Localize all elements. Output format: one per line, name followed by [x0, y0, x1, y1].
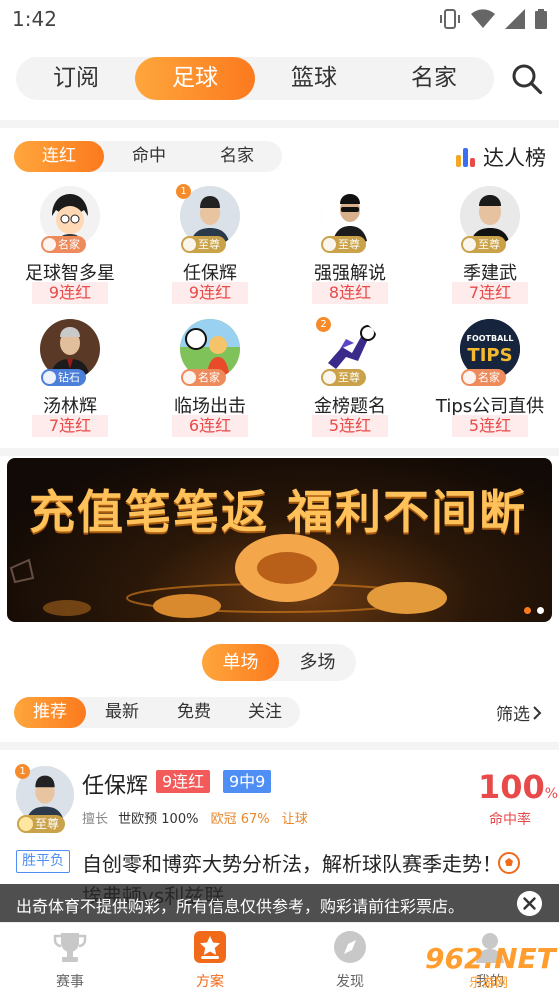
- section-divider: [0, 448, 559, 456]
- avatar-text-football: FOOTBALL: [466, 334, 513, 343]
- tab-hit[interactable]: 命中: [104, 141, 194, 172]
- tab-football[interactable]: 足球: [135, 57, 255, 100]
- expert-streak: 6连红: [172, 415, 248, 437]
- expert-badge: 名家: [461, 369, 506, 386]
- expert-skills: 擅长 世欧预 100% 欧冠 67% 让球: [82, 808, 308, 827]
- expert-name[interactable]: 任保辉: [82, 768, 148, 800]
- watermark-text: 乐游网: [469, 976, 509, 991]
- close-icon[interactable]: [517, 891, 542, 916]
- hit-rate: 100%: [478, 768, 558, 806]
- leaderboard-label: 达人榜: [483, 146, 546, 170]
- expert-card[interactable]: 至尊 强强解说 8连红: [280, 186, 420, 306]
- toggle-multi[interactable]: 多场: [279, 644, 356, 681]
- compass-icon: [334, 931, 366, 963]
- expert-streak: 5连红: [452, 415, 528, 437]
- nav-label: 发现: [336, 974, 364, 990]
- tab-basketball[interactable]: 篮球: [254, 57, 374, 100]
- pager-dot: [537, 607, 544, 614]
- section-divider: [0, 120, 559, 128]
- hit-rate-value: 100: [478, 768, 545, 806]
- screen-label: 筛选: [496, 705, 530, 725]
- play-type-toggle: 单场 多场: [202, 644, 356, 681]
- expert-card[interactable]: 名家 足球智多星 9连红: [0, 186, 140, 306]
- filter-latest[interactable]: 最新: [86, 697, 158, 728]
- hit-tag: 9中9: [223, 770, 272, 793]
- toggle-single[interactable]: 单场: [202, 644, 279, 681]
- expert-streak: 7连红: [452, 282, 528, 304]
- tab-subscribe[interactable]: 订阅: [16, 57, 136, 100]
- skill-item: 世欧预 100%: [118, 812, 199, 827]
- nav-matches[interactable]: 赛事: [30, 929, 110, 991]
- banner-pager: [524, 607, 544, 614]
- plan-filter-tabs: 推荐 最新 免费 关注: [14, 697, 300, 728]
- skill-item: 欧冠 67%: [210, 812, 270, 827]
- expert-badge: 至尊: [17, 815, 66, 833]
- disclaimer-text: 出奇体育不提供购彩，所有信息仅供参考，购彩请前往彩票店。: [16, 897, 465, 916]
- banner-title: 充值笔笔返 福利不间断: [29, 485, 528, 539]
- expert-card[interactable]: 1 至尊 任保辉 9连红: [140, 184, 280, 306]
- expert-badge: 名家: [41, 236, 86, 253]
- streak-tag: 9连红: [156, 770, 211, 793]
- tab-streak[interactable]: 连红: [14, 141, 104, 172]
- expert-badge: 至尊: [321, 236, 366, 253]
- tab-famous[interactable]: 名家: [374, 57, 494, 100]
- search-icon[interactable]: [510, 62, 544, 96]
- expert-card[interactable]: 至尊 季建武 7连红: [420, 186, 559, 306]
- expert-streak: 7连红: [32, 415, 108, 437]
- expert-card[interactable]: 2 至尊 金榜题名 5连红: [280, 317, 420, 439]
- filter-follow[interactable]: 关注: [229, 697, 301, 728]
- plan-type-tag: 胜平负: [16, 850, 70, 873]
- leaderboard-link[interactable]: 达人榜: [455, 143, 546, 171]
- expert-badge: 名家: [181, 369, 226, 386]
- expert-streak: 9连红: [172, 282, 248, 304]
- star-doc-icon: [194, 931, 226, 963]
- signal-icon: [505, 9, 525, 29]
- football-icon: [498, 852, 520, 874]
- expert-badge: 至尊: [321, 369, 366, 386]
- section-divider: [0, 742, 559, 750]
- vibrate-icon: [440, 9, 460, 29]
- wifi-icon: [471, 9, 495, 28]
- status-bar: 1:42: [0, 0, 559, 40]
- rank-number: 2: [316, 317, 331, 332]
- watermark-logo: 962.NET: [425, 942, 556, 975]
- expert-badge: 至尊: [461, 236, 506, 253]
- chevron-right-icon: [533, 705, 542, 720]
- hit-rate-label: 命中率: [489, 812, 531, 828]
- status-time: 1:42: [12, 7, 57, 31]
- skills-label: 擅长: [82, 812, 109, 827]
- expert-streak: 8连红: [312, 282, 388, 304]
- expert-sort-tabs: 连红 命中 名家: [14, 141, 282, 172]
- skill-item: 让球: [281, 812, 308, 827]
- avatar-text-tips: TIPS: [467, 345, 512, 366]
- nav-plans[interactable]: 方案: [170, 929, 250, 991]
- battery-icon: [535, 9, 547, 29]
- rank-number: 1: [15, 764, 30, 779]
- expert-badge: 至尊: [181, 236, 226, 253]
- expert-streak: 9连红: [32, 282, 108, 304]
- filter-recommend[interactable]: 推荐: [14, 697, 86, 728]
- filter-free[interactable]: 免费: [158, 697, 230, 728]
- sport-tabs: 订阅 足球 篮球 名家: [16, 57, 494, 100]
- status-icons: [439, 9, 547, 29]
- trophy-icon: [53, 933, 87, 962]
- expert-badge: 钻石: [41, 369, 86, 386]
- tab-famous-expert[interactable]: 名家: [192, 141, 282, 172]
- promo-banner[interactable]: 充值笔笔返 福利不间断: [7, 458, 552, 622]
- expert-card[interactable]: FOOTBALL TIPS 名家 Tips公司直供 5连红: [420, 319, 559, 439]
- rank-number: 1: [176, 184, 191, 199]
- site-watermark: 962.NET 乐游网: [425, 942, 556, 991]
- nav-label: 方案: [196, 974, 224, 990]
- expert-card[interactable]: 名家 临场出击 6连红: [140, 319, 280, 439]
- nav-discover[interactable]: 发现: [310, 929, 390, 991]
- nav-label: 赛事: [56, 974, 84, 990]
- bar-chart-icon: [456, 148, 475, 167]
- screen-button[interactable]: 筛选: [496, 700, 542, 725]
- pager-dot-active: [524, 607, 531, 614]
- expert-card[interactable]: 钻石 汤林辉 7连红: [0, 319, 140, 439]
- expert-streak: 5连红: [312, 415, 388, 437]
- hit-rate-unit: %: [544, 786, 559, 802]
